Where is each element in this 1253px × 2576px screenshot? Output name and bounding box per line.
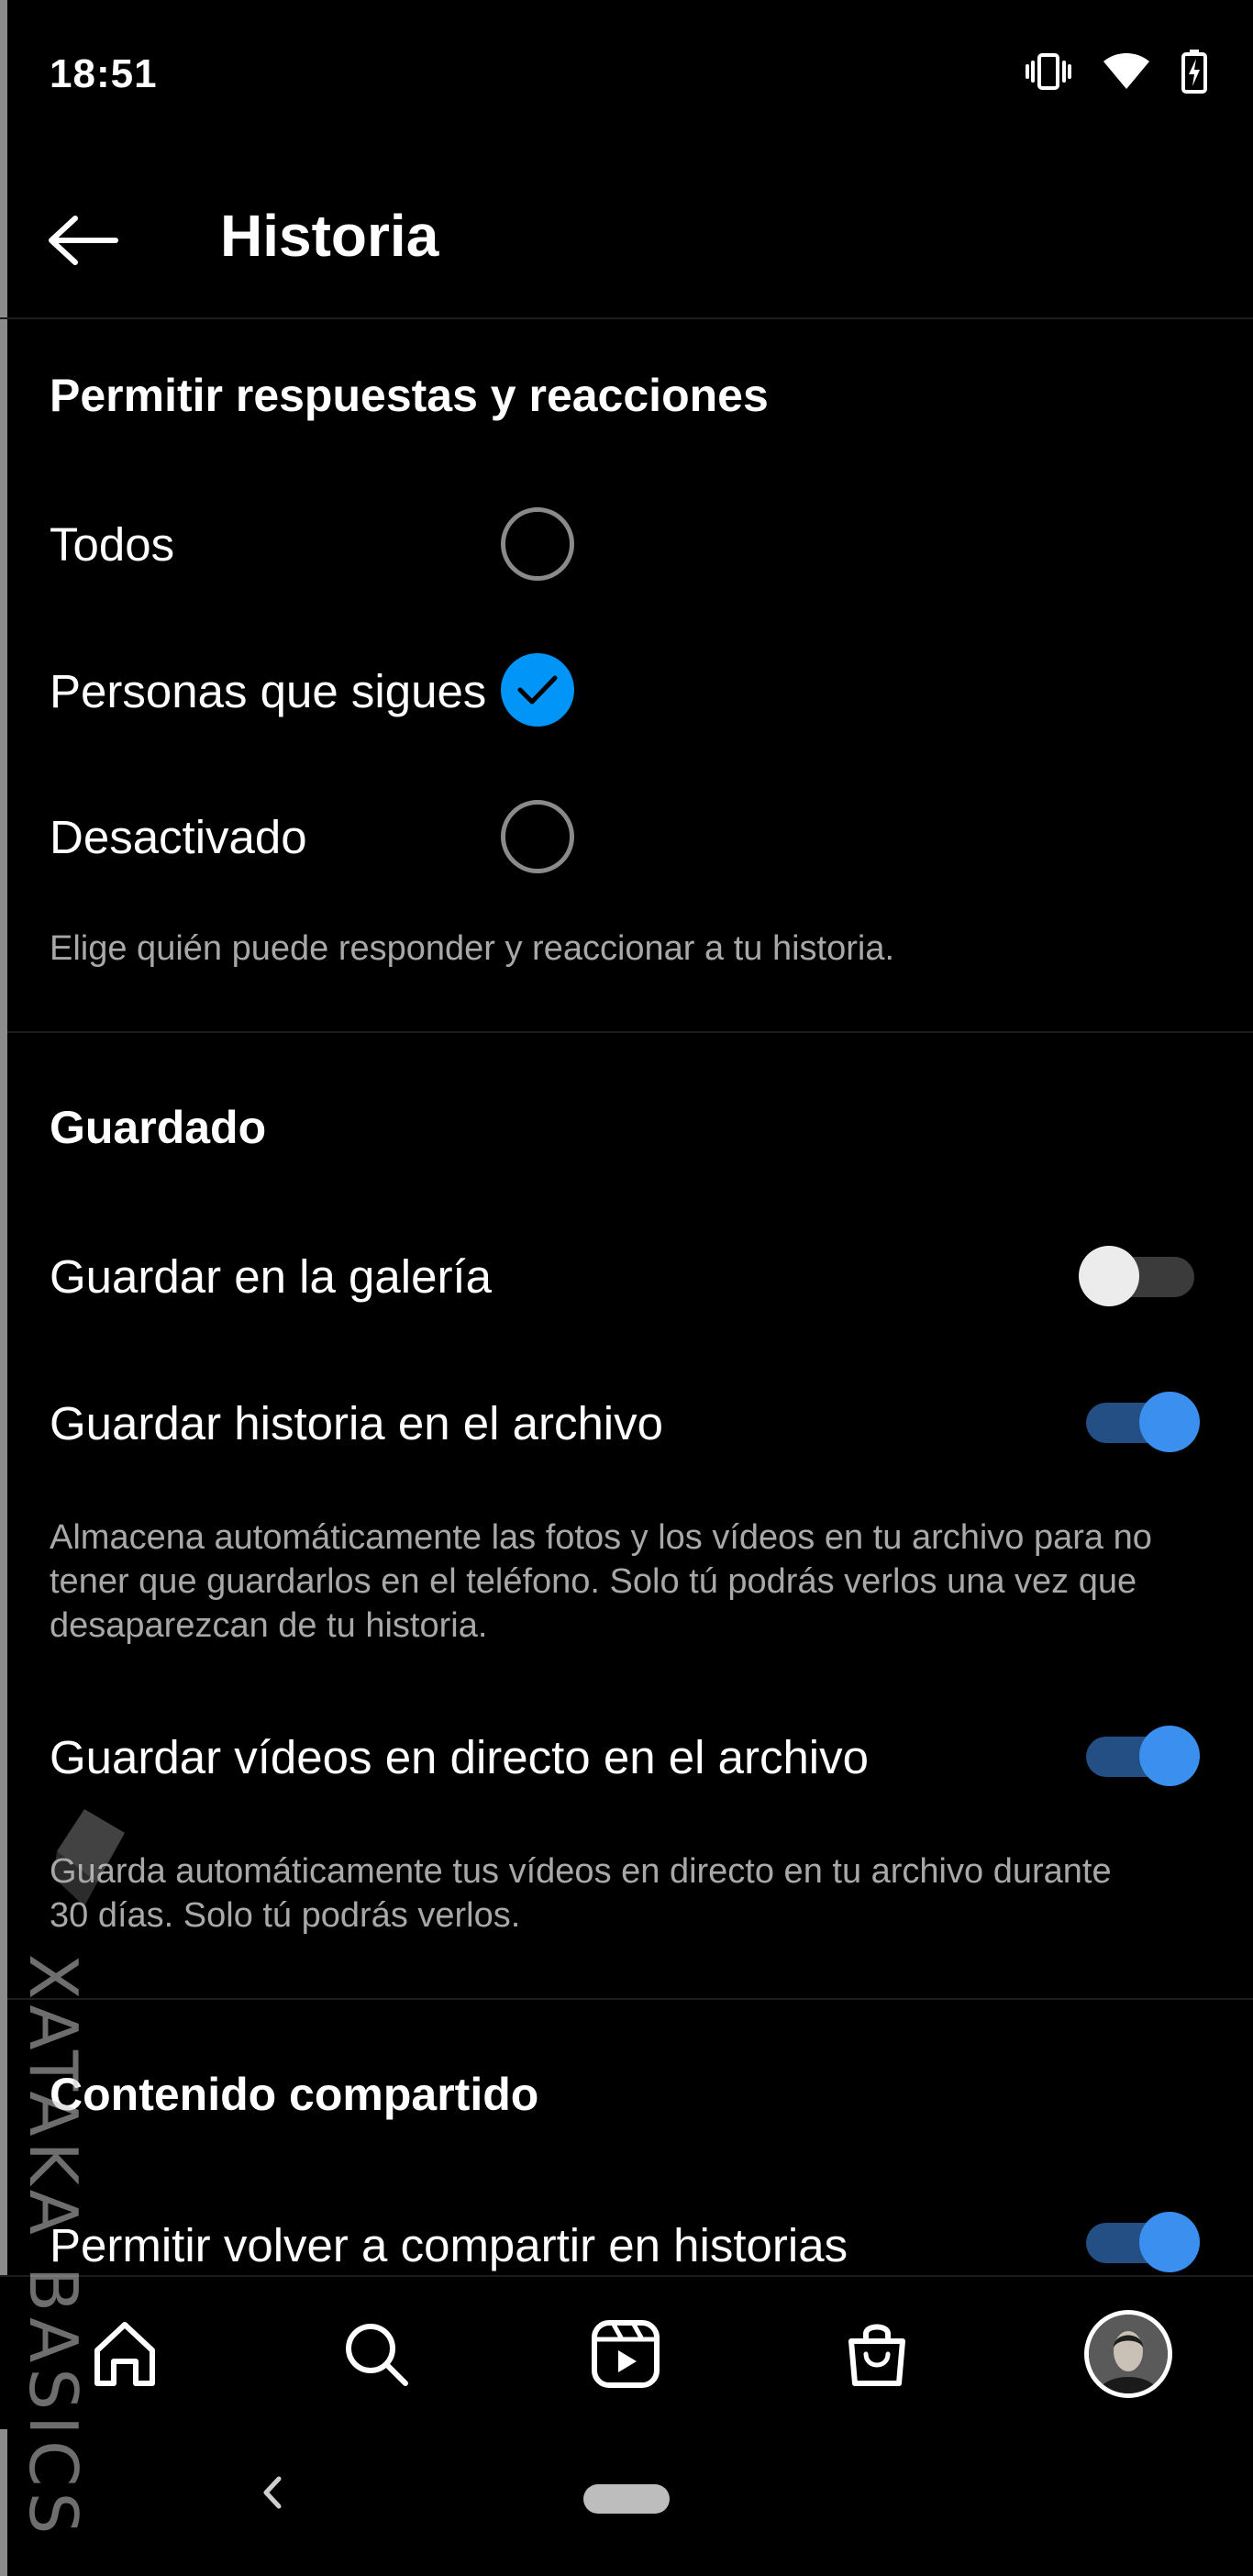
status-bar: 18:51 <box>0 0 1253 156</box>
profile-avatar <box>1084 2310 1172 2398</box>
status-time: 18:51 <box>50 51 158 96</box>
allow-resharing-label: Permitir volver a compartir en historias <box>50 2219 848 2271</box>
caption-line: tener que guardarlos en el teléfono. Sol… <box>50 1562 1137 1601</box>
divider <box>7 1031 1253 1033</box>
toggle-thumb <box>1079 1246 1139 1306</box>
option-following-label[interactable]: Personas que sigues <box>50 664 486 718</box>
replies-caption: Elige quién puede responder y reaccionar… <box>50 929 895 968</box>
caption-line: desaparezcan de tu historia. <box>50 1606 488 1645</box>
save-archive-label: Guardar historia en el archivo <box>50 1397 664 1449</box>
app-header: Historia <box>0 156 1253 319</box>
allow-resharing-toggle[interactable] <box>1079 2208 1203 2274</box>
nav-reels[interactable] <box>580 2308 671 2400</box>
caption-line: Almacena automáticamente las fotos y los… <box>50 1518 1152 1557</box>
toggle-thumb <box>1139 2212 1200 2272</box>
system-home-pill[interactable] <box>583 2484 670 2514</box>
reels-icon <box>592 2320 660 2388</box>
system-nav-bar <box>0 2429 1253 2576</box>
status-icons <box>1026 50 1207 98</box>
saving-section-title: Guardado <box>50 1102 267 1153</box>
vibrate-icon <box>1026 51 1071 96</box>
bottom-nav <box>0 2275 1253 2429</box>
watermark-text: XATAKA BASICS <box>15 1954 92 2540</box>
toggle-thumb <box>1139 1726 1200 1786</box>
option-off-radio[interactable] <box>501 800 574 873</box>
toggle-thumb <box>1139 1392 1200 1452</box>
archive-caption: Almacena automáticamente las fotos y los… <box>50 1516 1224 1648</box>
nav-shop[interactable] <box>831 2308 923 2400</box>
save-live-toggle[interactable] <box>1079 1722 1203 1788</box>
back-button[interactable] <box>46 204 119 277</box>
divider <box>7 1998 1253 2000</box>
search-icon <box>346 2324 408 2386</box>
left-edge-bar <box>0 0 7 2576</box>
option-following-radio[interactable] <box>501 653 574 727</box>
system-back-icon[interactable] <box>249 2470 295 2515</box>
save-gallery-toggle[interactable] <box>1079 1242 1203 1308</box>
battery-charging-icon <box>1181 50 1207 98</box>
wifi-icon <box>1103 52 1150 95</box>
option-todos-radio[interactable] <box>501 507 574 581</box>
nav-search[interactable] <box>330 2308 422 2400</box>
nav-profile[interactable] <box>1082 2308 1174 2400</box>
checkmark-icon <box>517 675 558 705</box>
live-caption: Guarda automáticamente tus vídeos en dir… <box>50 1849 1224 1938</box>
option-todos-label[interactable]: Todos <box>50 517 174 572</box>
page-title: Historia <box>220 203 439 269</box>
shop-icon <box>848 2324 905 2386</box>
replies-section-title: Permitir respuestas y reacciones <box>50 370 769 421</box>
back-arrow-icon <box>49 216 118 265</box>
save-gallery-label: Guardar en la galería <box>50 1250 492 1303</box>
save-archive-toggle[interactable] <box>1079 1388 1203 1454</box>
option-off-label[interactable]: Desactivado <box>50 810 307 864</box>
caption-line: 30 días. Solo tú podrás verlos. <box>50 1896 521 1935</box>
save-live-label: Guardar vídeos en directo en el archivo <box>50 1731 869 1783</box>
caption-line: Guarda automáticamente tus vídeos en dir… <box>50 1852 1112 1891</box>
